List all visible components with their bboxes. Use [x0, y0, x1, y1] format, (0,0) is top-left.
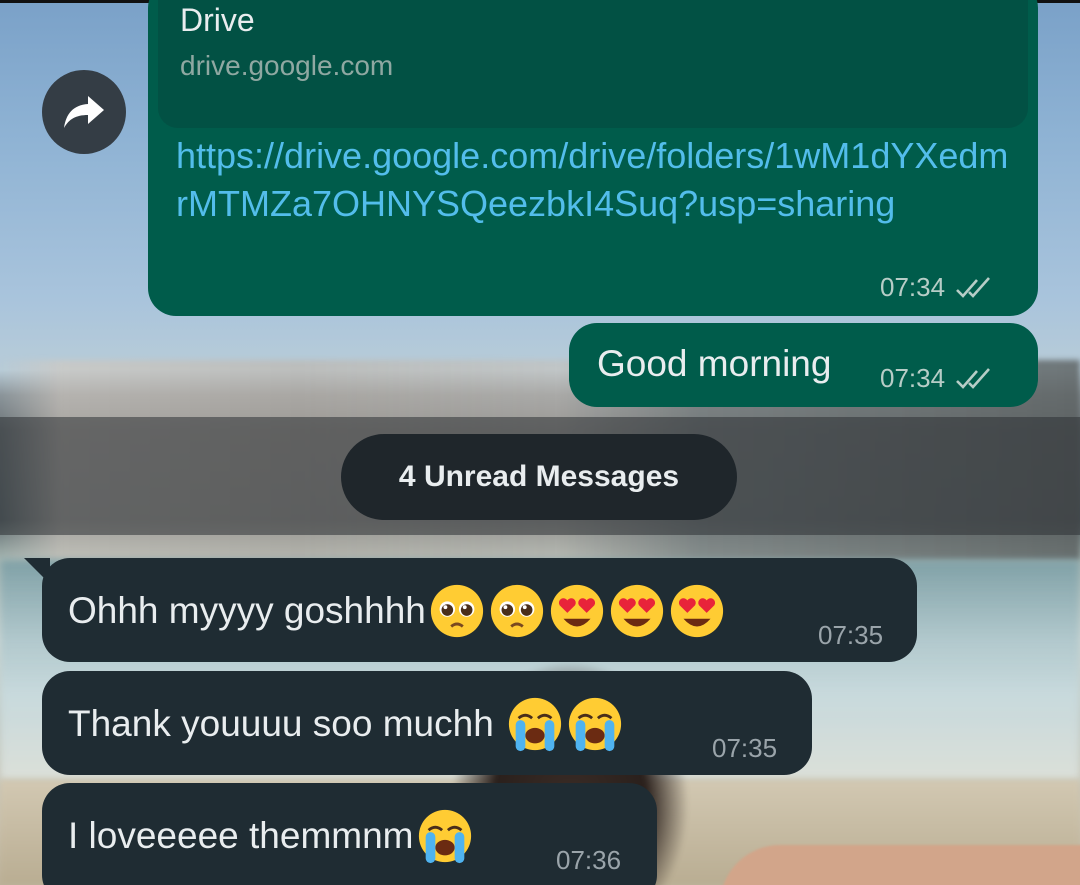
bubble-tail [24, 558, 50, 584]
message-meta: 07:36 [556, 845, 621, 876]
heart-eyes-emoji [550, 584, 603, 638]
message-time: 07:35 [818, 620, 884, 650]
message-meta: 07:35 [818, 620, 883, 651]
message-text: Thank youuuu soo muchh [68, 703, 505, 744]
loudly-crying-emoji [568, 697, 622, 752]
message-meta: 07:34 [880, 272, 997, 303]
link-preview-title: Drive [180, 2, 255, 38]
loudly-crying-emoji [508, 697, 562, 752]
link-preview-domain: drive.google.com [180, 50, 394, 81]
loudly-crying-emoji [418, 809, 471, 864]
message-time: 07:34 [880, 272, 946, 302]
pleading-face-emoji [490, 584, 543, 638]
wallpaper-arm [720, 845, 1080, 885]
message-time: 07:35 [712, 733, 778, 763]
message-time: 07:34 [880, 363, 946, 393]
double-check-icon [956, 367, 991, 389]
message-text: Ohhh myyyy goshhhh [68, 590, 426, 631]
pleading-face-emoji [430, 584, 483, 638]
message-content: Ohhh myyyy goshhhh [68, 582, 726, 640]
incoming-message[interactable]: Thank youuuu soo muchh 07:35 [42, 671, 812, 775]
message-content: Thank youuuu soo muchh [68, 695, 624, 753]
message-meta: 07:35 [712, 733, 777, 764]
incoming-message[interactable]: Ohhh myyyy goshhhh 07:35 [24, 558, 917, 662]
link-preview-card[interactable]: Drive drive.google.com [158, 0, 1028, 128]
forward-icon [64, 96, 104, 128]
forward-button[interactable] [42, 70, 126, 154]
message-text: I loveeeee themmnm [68, 815, 414, 856]
message-content: I loveeeee themmnm [68, 807, 474, 865]
message-time: 07:36 [556, 845, 622, 875]
heart-eyes-emoji [670, 584, 723, 638]
outgoing-text-message[interactable]: Good morning 07:34 [569, 323, 1038, 407]
unread-messages-divider: 4 Unread Messages [341, 434, 737, 520]
heart-eyes-emoji [610, 584, 663, 638]
outgoing-link-message[interactable]: Drive drive.google.com https://drive.goo… [148, 0, 1038, 316]
double-check-icon [956, 276, 991, 298]
unread-messages-label: 4 Unread Messages [398, 460, 680, 493]
message-meta: 07:34 [880, 363, 997, 394]
link-url[interactable]: https://drive.google.com/drive/folders/1… [176, 132, 1016, 228]
message-text: Good morning [597, 343, 832, 384]
incoming-message[interactable]: I loveeeee themmnm 07:36 [42, 783, 657, 885]
chat-screen: Drive drive.google.com https://drive.goo… [0, 0, 1080, 885]
